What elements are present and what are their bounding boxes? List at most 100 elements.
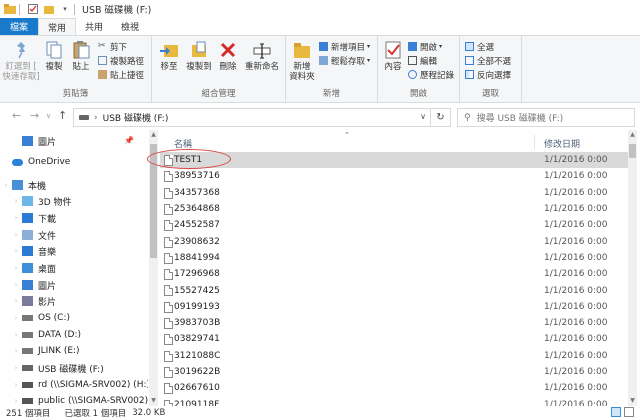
new-folder-quick-icon[interactable] <box>43 4 55 14</box>
expand-chevron-icon[interactable]: › <box>10 297 22 305</box>
nav-item[interactable]: › 文件 <box>10 227 56 243</box>
nav-item-label: 3D 物件 <box>38 197 72 208</box>
scroll-up-icon[interactable]: ▲ <box>628 130 637 140</box>
large-icons-view-icon[interactable] <box>624 407 634 417</box>
nav-item[interactable]: › 影片 <box>10 293 56 309</box>
column-date-modified[interactable]: 修改日期 <box>544 137 580 150</box>
pin-quick-access-button[interactable]: 釘選到 [ 快速存取] <box>2 40 40 82</box>
file-list-scrollbar[interactable]: ▲ ▼ <box>628 130 637 406</box>
file-row[interactable]: 3019622B 1/1/2016 0:00 <box>160 364 630 380</box>
nav-item[interactable]: › JLINK (E:) <box>10 343 80 359</box>
copy-button[interactable]: 複製 <box>42 40 66 72</box>
file-row[interactable]: 34357368 1/1/2016 0:00 <box>160 185 630 201</box>
open-button[interactable]: 開啟 ▾ <box>408 41 442 53</box>
move-to-button[interactable]: 移至 <box>156 40 182 72</box>
nav-item-label: JLINK (E:) <box>38 346 80 356</box>
scroll-down-icon[interactable]: ▼ <box>149 396 158 406</box>
expand-chevron-icon[interactable]: › <box>10 281 22 289</box>
address-bar[interactable]: › USB 磁碟機 (F:) ∨ ↻ <box>73 108 451 127</box>
easy-access-button[interactable]: 輕鬆存取 ▾ <box>319 55 370 67</box>
expand-chevron-icon[interactable]: › <box>10 231 22 239</box>
expand-chevron-icon[interactable]: › <box>10 314 22 322</box>
expand-chevron-icon[interactable]: › <box>10 214 22 222</box>
select-none-button[interactable]: 全部不選 <box>465 55 511 67</box>
nav-item[interactable]: › 3D 物件 <box>10 193 72 209</box>
paste-shortcut-button[interactable]: 貼上捷徑 <box>98 69 144 81</box>
pin-icon[interactable]: 📌 <box>124 136 134 145</box>
edit-button[interactable]: 編輯 <box>408 55 437 67</box>
expand-chevron-icon[interactable]: › <box>10 364 22 372</box>
file-icon <box>164 187 173 199</box>
invert-selection-button[interactable]: 反向選擇 <box>465 69 511 81</box>
expand-chevron-icon[interactable]: › <box>10 247 22 255</box>
file-row[interactable]: 25364868 1/1/2016 0:00 <box>160 201 630 217</box>
tab-file[interactable]: 檔案 <box>0 18 39 35</box>
nav-item[interactable]: › 音樂 <box>10 243 56 259</box>
file-row[interactable]: 15527425 1/1/2016 0:00 <box>160 282 630 298</box>
address-dropdown-icon[interactable]: ∨ <box>420 112 426 121</box>
expand-chevron-icon[interactable]: › <box>0 181 12 189</box>
invert-selection-icon <box>465 70 474 79</box>
file-row[interactable]: 17296968 1/1/2016 0:00 <box>160 266 630 282</box>
scroll-up-icon[interactable]: ▲ <box>149 130 158 140</box>
nav-item[interactable]: › OS (C:) <box>10 310 70 326</box>
nav-scrollbar[interactable]: ▲ ▼ <box>149 130 158 406</box>
new-folder-button[interactable]: 新增 資料夾 <box>288 40 316 82</box>
recent-locations-icon[interactable]: ∨ <box>46 112 51 120</box>
search-input[interactable]: ⚲ 搜尋 USB 磁碟機 (F:) <box>457 108 635 127</box>
expand-chevron-icon[interactable]: › <box>10 197 22 205</box>
properties-button[interactable]: 內容 <box>380 40 406 72</box>
scroll-down-icon[interactable]: ▼ <box>628 396 637 406</box>
expand-chevron-icon[interactable]: › <box>10 381 22 389</box>
expand-chevron-icon[interactable]: › <box>10 397 22 405</box>
up-arrow-icon[interactable]: ↑ <box>58 109 67 122</box>
file-row[interactable]: 09199193 1/1/2016 0:00 <box>160 299 630 315</box>
file-row[interactable]: 23908632 1/1/2016 0:00 <box>160 234 630 250</box>
nav-item[interactable]: › 圖片 <box>10 277 56 293</box>
file-row[interactable]: 38953716 1/1/2016 0:00 <box>160 168 630 184</box>
file-icon <box>164 203 173 215</box>
scroll-thumb[interactable] <box>629 144 636 158</box>
copy-to-button[interactable]: 複製到 <box>184 40 214 72</box>
file-row[interactable]: 18841994 1/1/2016 0:00 <box>160 250 630 266</box>
file-row[interactable]: 3983703B 1/1/2016 0:00 <box>160 315 630 331</box>
file-row[interactable]: 3121088C 1/1/2016 0:00 <box>160 348 630 364</box>
nav-item[interactable]: › rd (\\SIGMA-SRV002) (H:) <box>10 377 148 393</box>
file-row[interactable]: 02667610 1/1/2016 0:00 <box>160 380 630 396</box>
nav-item[interactable]: 圖片 <box>10 133 56 149</box>
nav-item[interactable]: › 下載 <box>10 210 56 226</box>
delete-button[interactable]: 刪除 <box>216 40 240 72</box>
expand-chevron-icon[interactable]: › <box>10 264 22 272</box>
nav-item[interactable]: › USB 磁碟機 (F:) <box>10 360 104 376</box>
nav-item[interactable]: OneDrive <box>0 154 70 170</box>
back-arrow-icon[interactable]: ← <box>12 109 21 122</box>
cut-button[interactable]: ✂ 剪下 <box>98 41 127 53</box>
tab-home[interactable]: 常用 <box>38 18 77 35</box>
breadcrumb-drive[interactable]: USB 磁碟機 (F:) <box>103 111 169 124</box>
details-view-icon[interactable] <box>611 407 621 417</box>
selected-count: 已選取 1 個項目 <box>64 408 127 419</box>
nav-item[interactable]: › 桌面 <box>10 260 56 276</box>
new-item-button[interactable]: 新增項目 ▾ <box>319 41 370 53</box>
file-list-header: ⌃ 名稱 修改日期 <box>160 131 630 151</box>
nav-item[interactable]: › 本機 <box>0 177 46 193</box>
history-button[interactable]: 歷程記錄 <box>408 69 454 81</box>
select-all-icon <box>465 42 474 51</box>
paste-button[interactable]: 貼上 <box>68 40 94 72</box>
tab-view[interactable]: 檢視 <box>112 18 148 35</box>
paste-icon <box>73 41 90 59</box>
file-row[interactable]: 24552587 1/1/2016 0:00 <box>160 217 630 233</box>
nav-item[interactable]: › public (\\SIGMA-SRV002) <box>10 393 148 406</box>
expand-chevron-icon[interactable]: › <box>10 347 22 355</box>
select-all-button[interactable]: 全選 <box>465 41 494 53</box>
nav-item[interactable]: › DATA (D:) <box>10 327 81 343</box>
forward-arrow-icon[interactable]: → <box>30 109 39 122</box>
rename-button[interactable]: 重新命名 <box>242 40 282 72</box>
tab-share[interactable]: 共用 <box>76 18 112 35</box>
file-row[interactable]: 03829741 1/1/2016 0:00 <box>160 331 630 347</box>
customize-quick-access-icon[interactable]: ▾ <box>59 4 71 14</box>
copy-path-button[interactable]: 複製路徑 <box>98 55 144 67</box>
expand-chevron-icon[interactable]: › <box>10 331 22 339</box>
properties-quick-icon[interactable] <box>27 4 39 14</box>
refresh-icon[interactable]: ↻ <box>430 109 450 126</box>
